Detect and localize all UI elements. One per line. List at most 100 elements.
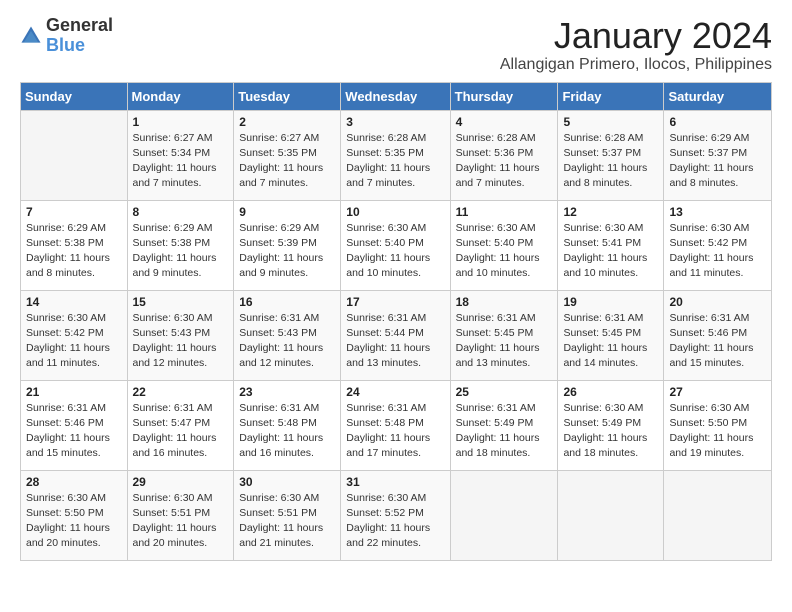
header-sunday: Sunday bbox=[21, 82, 128, 110]
cell-info: Sunrise: 6:31 AM Sunset: 5:45 PM Dayligh… bbox=[456, 311, 553, 372]
calendar-cell: 20 Sunrise: 6:31 AM Sunset: 5:46 PM Dayli… bbox=[664, 290, 772, 380]
calendar-cell: 15 Sunrise: 6:30 AM Sunset: 5:43 PM Dayli… bbox=[127, 290, 234, 380]
calendar-cell: 16 Sunrise: 6:31 AM Sunset: 5:43 PM Dayli… bbox=[234, 290, 341, 380]
calendar-cell: 3Sunrise: 6:28 AM Sunset: 5:35 PM Daylig… bbox=[341, 110, 450, 200]
calendar-cell: 19Sunrise: 6:31 AM Sunset: 5:45 PM Dayli… bbox=[558, 290, 664, 380]
cell-info: Sunrise: 6:30 AM Sunset: 5:52 PM Dayligh… bbox=[346, 491, 444, 552]
cell-info: Sunrise: 6:28 AM Sunset: 5:37 PM Dayligh… bbox=[563, 131, 658, 192]
cell-info: Sunrise: 6:29 AM Sunset: 5:39 PM Dayligh… bbox=[239, 221, 335, 282]
cell-info: Sunrise: 6:30 AM Sunset: 5:50 PM Dayligh… bbox=[669, 401, 766, 462]
calendar-cell bbox=[21, 110, 128, 200]
cell-info: Sunrise: 6:29 AM Sunset: 5:38 PM Dayligh… bbox=[133, 221, 229, 282]
cell-info: Sunrise: 6:30 AM Sunset: 5:50 PM Dayligh… bbox=[26, 491, 122, 552]
cell-info: Sunrise: 6:31 AM Sunset: 5:48 PM Dayligh… bbox=[239, 401, 335, 462]
day-number: 6 bbox=[669, 115, 766, 129]
day-number: 20 bbox=[669, 295, 766, 309]
day-number: 26 bbox=[563, 385, 658, 399]
calendar-cell: 1Sunrise: 6:27 AM Sunset: 5:34 PM Daylig… bbox=[127, 110, 234, 200]
calendar-cell: 2Sunrise: 6:27 AM Sunset: 5:35 PM Daylig… bbox=[234, 110, 341, 200]
header-tuesday: Tuesday bbox=[234, 82, 341, 110]
day-number: 21 bbox=[26, 385, 122, 399]
title-block: January 2024 Allangigan Primero, Ilocos,… bbox=[500, 16, 772, 74]
cell-info: Sunrise: 6:27 AM Sunset: 5:34 PM Dayligh… bbox=[133, 131, 229, 192]
day-number: 29 bbox=[133, 475, 229, 489]
cell-info: Sunrise: 6:30 AM Sunset: 5:42 PM Dayligh… bbox=[26, 311, 122, 372]
day-number: 13 bbox=[669, 205, 766, 219]
day-number: 4 bbox=[456, 115, 553, 129]
cell-info: Sunrise: 6:31 AM Sunset: 5:43 PM Dayligh… bbox=[239, 311, 335, 372]
calendar-cell: 22 Sunrise: 6:31 AM Sunset: 5:47 PM Dayli… bbox=[127, 380, 234, 470]
cell-info: Sunrise: 6:30 AM Sunset: 5:40 PM Dayligh… bbox=[456, 221, 553, 282]
page-header: General Blue January 2024 Allangigan Pri… bbox=[20, 16, 772, 74]
calendar-cell: 21 Sunrise: 6:31 AM Sunset: 5:46 PM Dayli… bbox=[21, 380, 128, 470]
calendar-cell bbox=[450, 470, 558, 560]
header-friday: Friday bbox=[558, 82, 664, 110]
calendar-cell: 4Sunrise: 6:28 AM Sunset: 5:36 PM Daylig… bbox=[450, 110, 558, 200]
calendar-cell: 14 Sunrise: 6:30 AM Sunset: 5:42 PM Dayli… bbox=[21, 290, 128, 380]
calendar-cell: 10 Sunrise: 6:30 AM Sunset: 5:40 PM Dayli… bbox=[341, 200, 450, 290]
day-number: 24 bbox=[346, 385, 444, 399]
calendar-title: January 2024 bbox=[500, 16, 772, 56]
day-number: 27 bbox=[669, 385, 766, 399]
calendar-cell: 28 Sunrise: 6:30 AM Sunset: 5:50 PM Dayli… bbox=[21, 470, 128, 560]
day-number: 22 bbox=[133, 385, 229, 399]
logo: General Blue bbox=[20, 16, 113, 56]
cell-info: Sunrise: 6:31 AM Sunset: 5:45 PM Dayligh… bbox=[563, 311, 658, 372]
cell-info: Sunrise: 6:28 AM Sunset: 5:35 PM Dayligh… bbox=[346, 131, 444, 192]
cell-info: Sunrise: 6:31 AM Sunset: 5:46 PM Dayligh… bbox=[669, 311, 766, 372]
header-wednesday: Wednesday bbox=[341, 82, 450, 110]
day-number: 15 bbox=[133, 295, 229, 309]
day-number: 18 bbox=[456, 295, 553, 309]
calendar-cell: 27 Sunrise: 6:30 AM Sunset: 5:50 PM Dayli… bbox=[664, 380, 772, 470]
calendar-cell bbox=[558, 470, 664, 560]
calendar-cell: 29Sunrise: 6:30 AM Sunset: 5:51 PM Dayli… bbox=[127, 470, 234, 560]
day-number: 28 bbox=[26, 475, 122, 489]
day-number: 17 bbox=[346, 295, 444, 309]
cell-info: Sunrise: 6:30 AM Sunset: 5:41 PM Dayligh… bbox=[563, 221, 658, 282]
day-number: 11 bbox=[456, 205, 553, 219]
logo-icon bbox=[20, 25, 42, 47]
calendar-cell: 9 Sunrise: 6:29 AM Sunset: 5:39 PM Daylig… bbox=[234, 200, 341, 290]
calendar-cell: 12 Sunrise: 6:30 AM Sunset: 5:41 PM Dayli… bbox=[558, 200, 664, 290]
calendar-cell: 18 Sunrise: 6:31 AM Sunset: 5:45 PM Dayli… bbox=[450, 290, 558, 380]
cell-info: Sunrise: 6:31 AM Sunset: 5:49 PM Dayligh… bbox=[456, 401, 553, 462]
calendar-cell bbox=[664, 470, 772, 560]
calendar-cell: 13 Sunrise: 6:30 AM Sunset: 5:42 PM Dayli… bbox=[664, 200, 772, 290]
day-number: 30 bbox=[239, 475, 335, 489]
cell-info: Sunrise: 6:31 AM Sunset: 5:44 PM Dayligh… bbox=[346, 311, 444, 372]
cell-info: Sunrise: 6:30 AM Sunset: 5:42 PM Dayligh… bbox=[669, 221, 766, 282]
calendar-cell: 31Sunrise: 6:30 AM Sunset: 5:52 PM Dayli… bbox=[341, 470, 450, 560]
calendar-body: 1Sunrise: 6:27 AM Sunset: 5:34 PM Daylig… bbox=[21, 110, 772, 560]
day-number: 9 bbox=[239, 205, 335, 219]
calendar-cell: 8Sunrise: 6:29 AM Sunset: 5:38 PM Daylig… bbox=[127, 200, 234, 290]
calendar-cell: 23Sunrise: 6:31 AM Sunset: 5:48 PM Dayli… bbox=[234, 380, 341, 470]
calendar-cell: 24Sunrise: 6:31 AM Sunset: 5:48 PM Dayli… bbox=[341, 380, 450, 470]
logo-blue: Blue bbox=[46, 35, 85, 55]
header-saturday: Saturday bbox=[664, 82, 772, 110]
cell-info: Sunrise: 6:30 AM Sunset: 5:43 PM Dayligh… bbox=[133, 311, 229, 372]
header-thursday: Thursday bbox=[450, 82, 558, 110]
calendar-cell: 11 Sunrise: 6:30 AM Sunset: 5:40 PM Dayli… bbox=[450, 200, 558, 290]
day-number: 25 bbox=[456, 385, 553, 399]
header-monday: Monday bbox=[127, 82, 234, 110]
cell-info: Sunrise: 6:31 AM Sunset: 5:47 PM Dayligh… bbox=[133, 401, 229, 462]
day-number: 16 bbox=[239, 295, 335, 309]
day-number: 12 bbox=[563, 205, 658, 219]
day-number: 7 bbox=[26, 205, 122, 219]
cell-info: Sunrise: 6:31 AM Sunset: 5:46 PM Dayligh… bbox=[26, 401, 122, 462]
day-number: 5 bbox=[563, 115, 658, 129]
cell-info: Sunrise: 6:30 AM Sunset: 5:51 PM Dayligh… bbox=[239, 491, 335, 552]
calendar-cell: 17 Sunrise: 6:31 AM Sunset: 5:44 PM Dayli… bbox=[341, 290, 450, 380]
calendar-week-2: 7 Sunrise: 6:29 AM Sunset: 5:38 PM Daylig… bbox=[21, 200, 772, 290]
cell-info: Sunrise: 6:29 AM Sunset: 5:38 PM Dayligh… bbox=[26, 221, 122, 282]
calendar-header: SundayMondayTuesdayWednesdayThursdayFrid… bbox=[21, 82, 772, 110]
cell-info: Sunrise: 6:30 AM Sunset: 5:40 PM Dayligh… bbox=[346, 221, 444, 282]
calendar-cell: 5 Sunrise: 6:28 AM Sunset: 5:37 PM Daylig… bbox=[558, 110, 664, 200]
cell-info: Sunrise: 6:30 AM Sunset: 5:49 PM Dayligh… bbox=[563, 401, 658, 462]
logo-general: General bbox=[46, 15, 113, 35]
day-number: 14 bbox=[26, 295, 122, 309]
day-number: 2 bbox=[239, 115, 335, 129]
calendar-table: SundayMondayTuesdayWednesdayThursdayFrid… bbox=[20, 82, 772, 561]
calendar-cell: 6Sunrise: 6:29 AM Sunset: 5:37 PM Daylig… bbox=[664, 110, 772, 200]
day-number: 10 bbox=[346, 205, 444, 219]
